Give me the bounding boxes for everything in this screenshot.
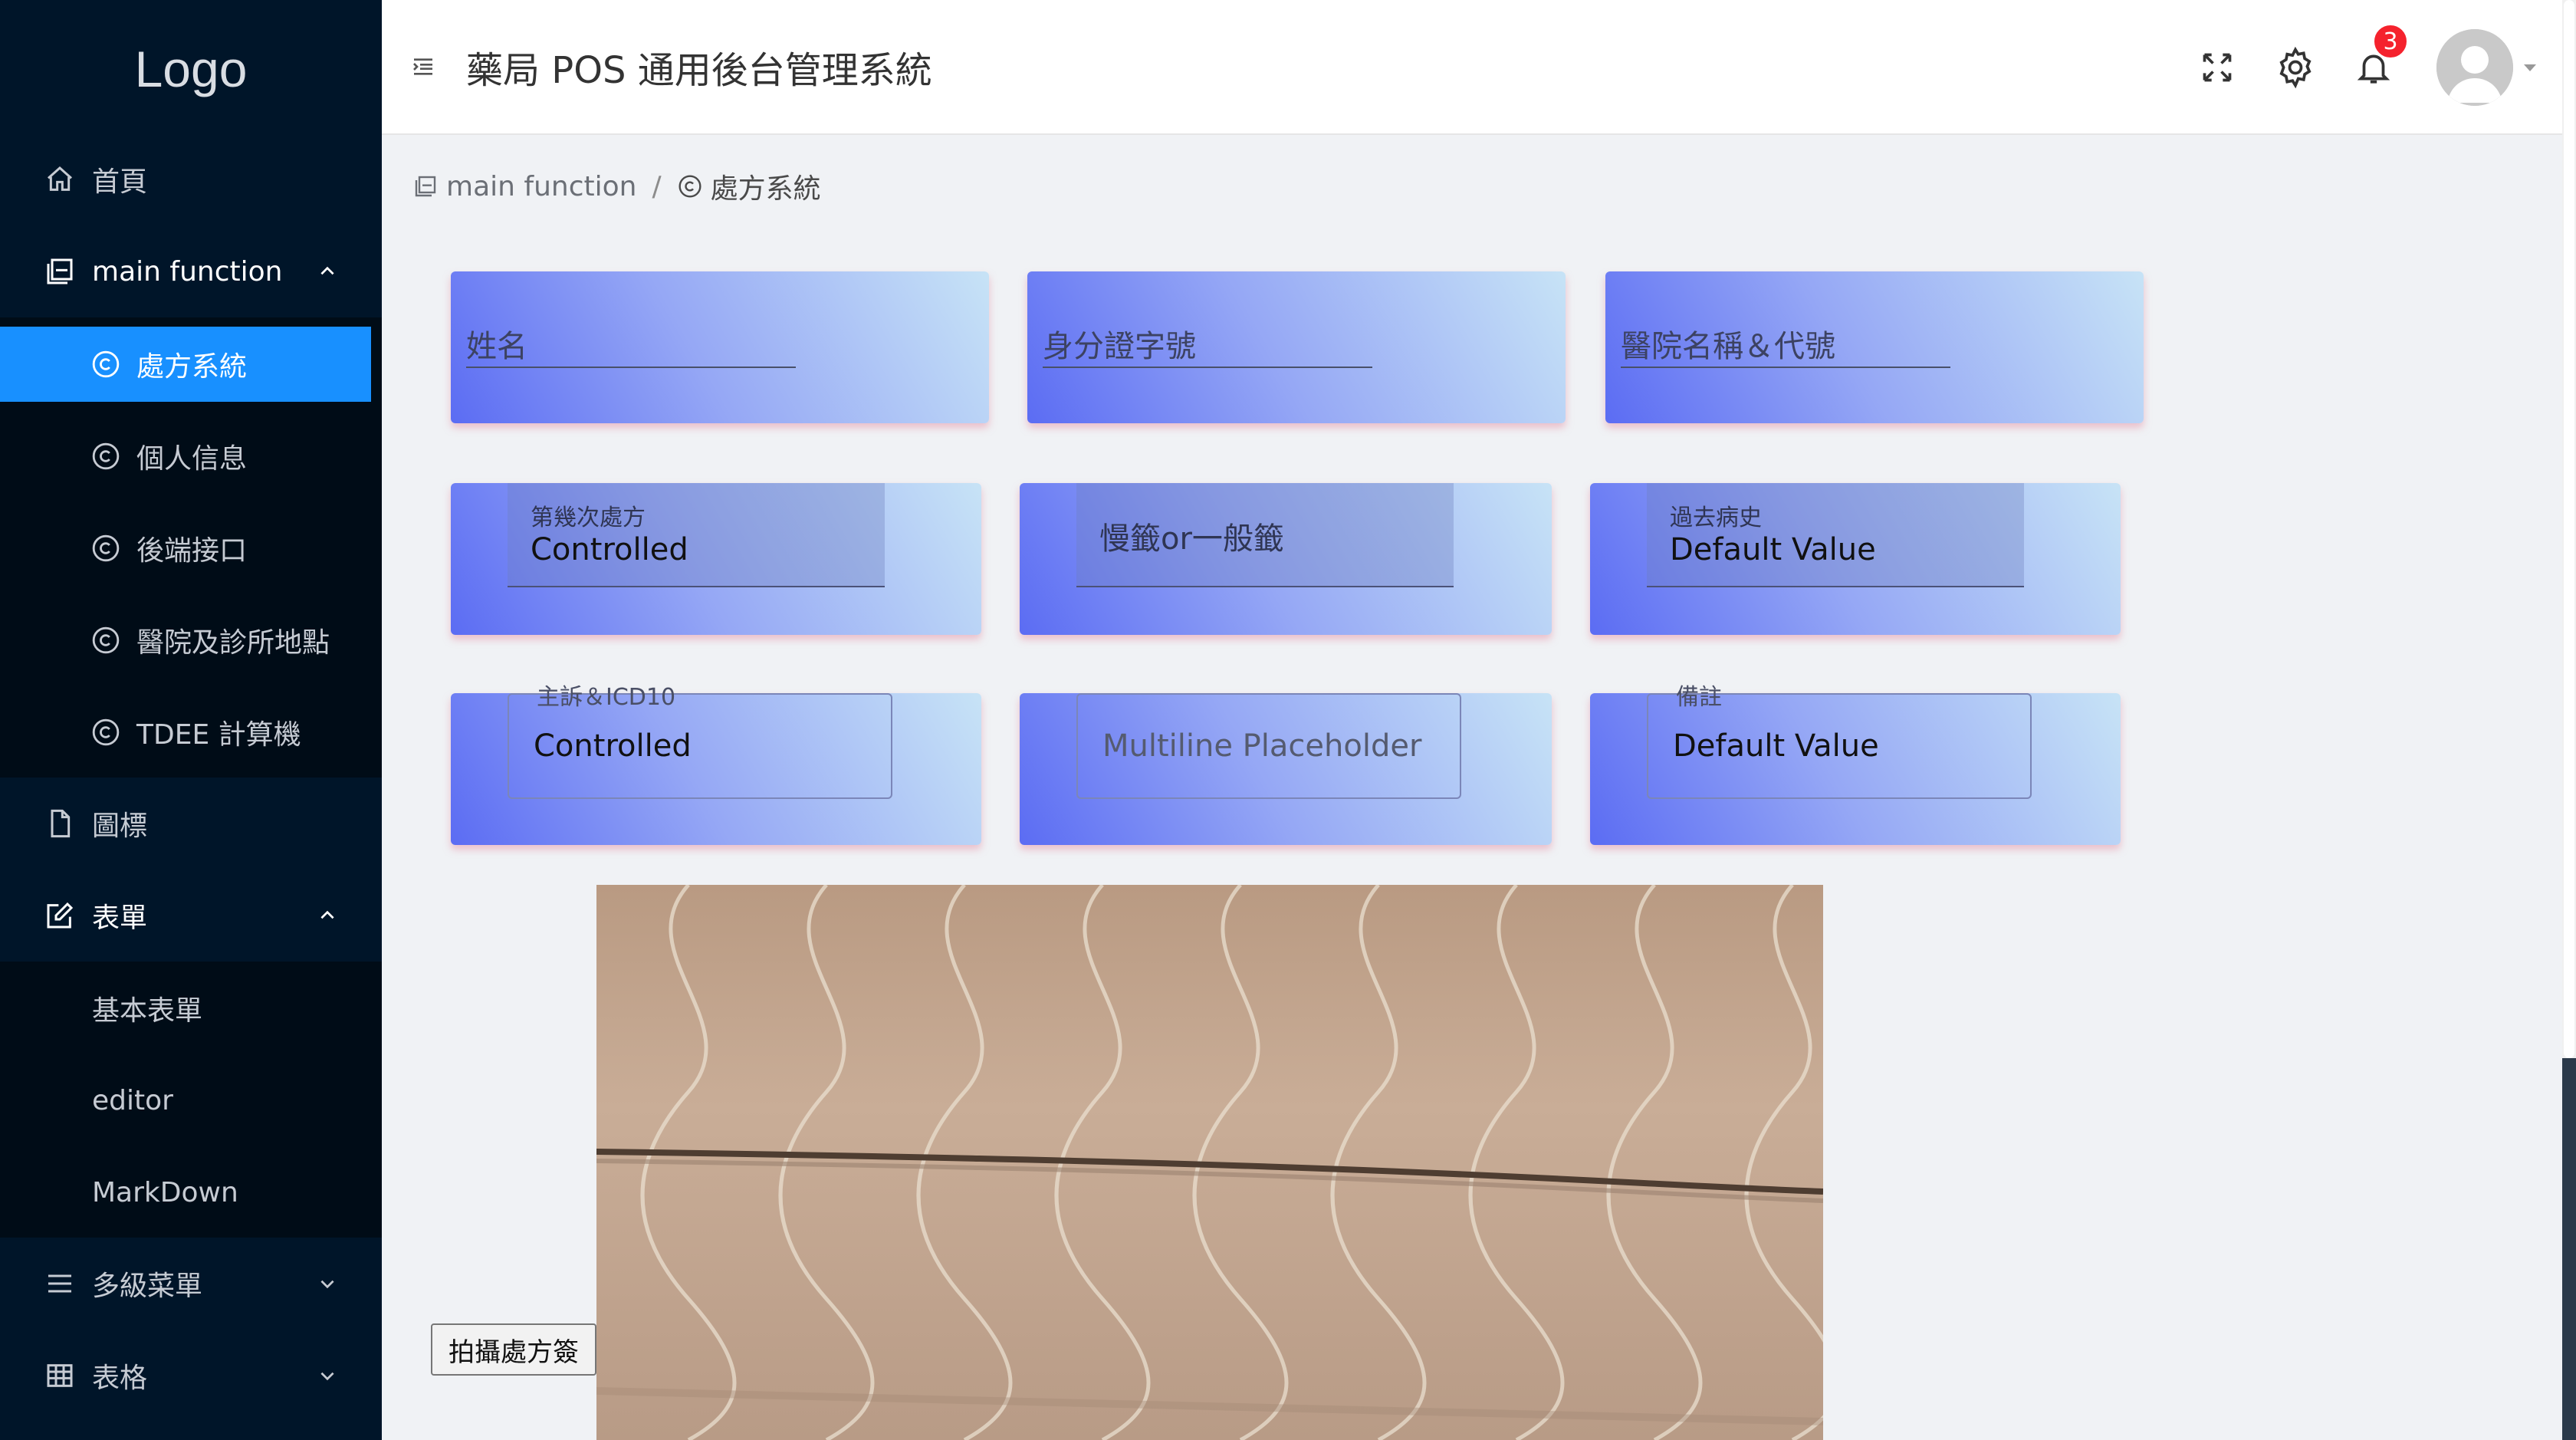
notification-badge: 3	[2372, 23, 2409, 60]
copyright-icon	[677, 173, 703, 199]
chevron-down-icon	[316, 1272, 339, 1295]
field-label: 第幾次處方	[531, 505, 646, 531]
sidebar-item-editor[interactable]: editor	[0, 1063, 371, 1138]
sidebar-item-label: editor	[92, 1084, 173, 1116]
copyright-icon	[90, 717, 121, 748]
sidebar-item-prescription[interactable]: 處方系統	[0, 327, 371, 402]
field-placeholder: Multiline Placeholder	[1102, 728, 1422, 764]
name-field[interactable]: 姓名	[466, 321, 796, 368]
top-header: 藥局 POS 通用後台管理系統 3	[382, 0, 2562, 135]
complaint-icd10-field[interactable]: 主訴＆ICD10 Controlled	[508, 684, 892, 799]
camera-preview-image	[596, 885, 1823, 1440]
form-card: 身分證字號	[1027, 271, 1566, 423]
sidebar-item-label: MarkDown	[92, 1176, 238, 1208]
sidebar-item-tdee-calculator[interactable]: TDEE 計算機	[0, 695, 371, 770]
prescription-type-field[interactable]: 慢籤or一般籤	[1076, 483, 1454, 587]
settings-gear-icon[interactable]	[2271, 43, 2320, 92]
field-label: 過去病史	[1670, 505, 1762, 531]
sidebar-item-hospital-locations[interactable]: 醫院及診所地點	[0, 603, 371, 678]
fullscreen-icon[interactable]	[2193, 43, 2242, 92]
breadcrumb-current: 處方系統	[710, 173, 821, 205]
table-icon	[43, 1359, 77, 1392]
scrollbar-thumb[interactable]	[2564, 0, 2574, 1058]
scrollbar-lower	[2562, 1058, 2576, 1440]
sidebar-item-label: 表單	[92, 902, 148, 934]
sidebar: Logo 首頁 main function 處方系統 個人信息 後端接口 醫院及…	[0, 0, 382, 1440]
sidebar-item-icons[interactable]: 圖標	[0, 784, 382, 863]
form-card: 醫院名稱＆代號	[1605, 271, 2144, 423]
capture-prescription-button[interactable]: 拍攝處方簽	[431, 1323, 596, 1376]
field-value: Controlled	[531, 532, 688, 567]
sidebar-item-label: 基本表單	[92, 995, 203, 1027]
sidebar-item-main-function[interactable]: main function	[0, 232, 382, 311]
sidebar-item-label: 表格	[92, 1363, 148, 1394]
sidebar-item-label: 處方系統	[136, 351, 248, 383]
logo: Logo	[134, 41, 248, 97]
form-card: 主訴＆ICD10 Controlled	[451, 684, 981, 845]
avatar[interactable]	[2436, 29, 2513, 106]
medical-history-field[interactable]: 過去病史 Default Value	[1647, 483, 2024, 587]
copyright-icon	[90, 441, 121, 472]
field-value: Default Value	[1670, 532, 1876, 567]
sidebar-item-label: 多級菜單	[92, 1271, 203, 1302]
breadcrumb-separator: /	[652, 170, 662, 202]
edit-icon	[43, 899, 77, 932]
copyright-icon	[90, 349, 121, 380]
container-icon	[412, 173, 439, 199]
sidebar-item-tables[interactable]: 表格	[0, 1336, 382, 1415]
sidebar-item-home[interactable]: 首頁	[0, 140, 382, 219]
menu-fold-icon[interactable]	[409, 53, 437, 81]
remarks-field[interactable]: 備註 Default Value	[1647, 684, 2032, 799]
breadcrumb-parent[interactable]: main function	[446, 171, 636, 202]
sidebar-item-backend-api[interactable]: 後端接口	[0, 511, 371, 586]
sidebar-item-personal-info[interactable]: 個人信息	[0, 419, 371, 494]
form-card: 第幾次處方 Controlled	[451, 483, 981, 635]
chevron-up-icon	[316, 904, 339, 927]
field-value: Controlled	[534, 728, 692, 764]
chevron-up-icon	[316, 260, 339, 283]
prescription-count-field[interactable]: 第幾次處方 Controlled	[508, 483, 885, 587]
field-value: Default Value	[1673, 728, 1879, 764]
home-icon	[43, 163, 77, 196]
header-actions: 3	[2164, 0, 2539, 135]
field-label: 備註	[1676, 684, 1722, 711]
container-icon	[43, 255, 77, 288]
field-label: 主訴＆ICD10	[537, 684, 676, 711]
breadcrumb: main function / 處方系統	[412, 167, 821, 205]
form-card: 備註 Default Value	[1590, 684, 2121, 845]
sidebar-item-basic-form[interactable]: 基本表單	[0, 971, 371, 1046]
system-title: 藥局 POS 通用後台管理系統	[466, 49, 932, 92]
file-icon	[43, 807, 77, 840]
caret-down-icon[interactable]	[2521, 58, 2539, 77]
sidebar-item-label: main function	[92, 255, 283, 288]
sidebar-item-label: 醫院及診所地點	[136, 627, 330, 659]
copyright-icon	[90, 625, 121, 656]
list-icon	[43, 1267, 77, 1300]
form-card: 過去病史 Default Value	[1590, 483, 2121, 635]
form-card: 慢籤or一般籤	[1020, 483, 1552, 635]
form-card: 姓名	[451, 271, 989, 423]
notification-bell-icon[interactable]: 3	[2349, 23, 2409, 92]
sidebar-item-multi-menu[interactable]: 多級菜單	[0, 1244, 382, 1323]
sidebar-item-markdown[interactable]: MarkDown	[0, 1155, 371, 1230]
chevron-down-icon	[316, 1364, 339, 1387]
form-card: Multiline Placeholder	[1020, 693, 1552, 845]
sidebar-item-label: 後端接口	[136, 535, 248, 567]
sidebar-item-label: 個人信息	[136, 443, 248, 475]
id-number-field[interactable]: 身分證字號	[1043, 321, 1372, 368]
camera-preview-texture	[596, 885, 1823, 1440]
copyright-icon	[90, 533, 121, 564]
hospital-name-field[interactable]: 醫院名稱＆代號	[1621, 321, 1950, 368]
sidebar-item-label: 圖標	[92, 810, 148, 842]
multiline-field[interactable]: Multiline Placeholder	[1076, 693, 1461, 799]
sidebar-item-forms[interactable]: 表單	[0, 876, 382, 955]
sidebar-item-label: TDEE 計算機	[136, 719, 301, 751]
field-placeholder: 慢籤or一般籤	[1099, 521, 1284, 557]
sidebar-item-label: 首頁	[92, 166, 148, 198]
